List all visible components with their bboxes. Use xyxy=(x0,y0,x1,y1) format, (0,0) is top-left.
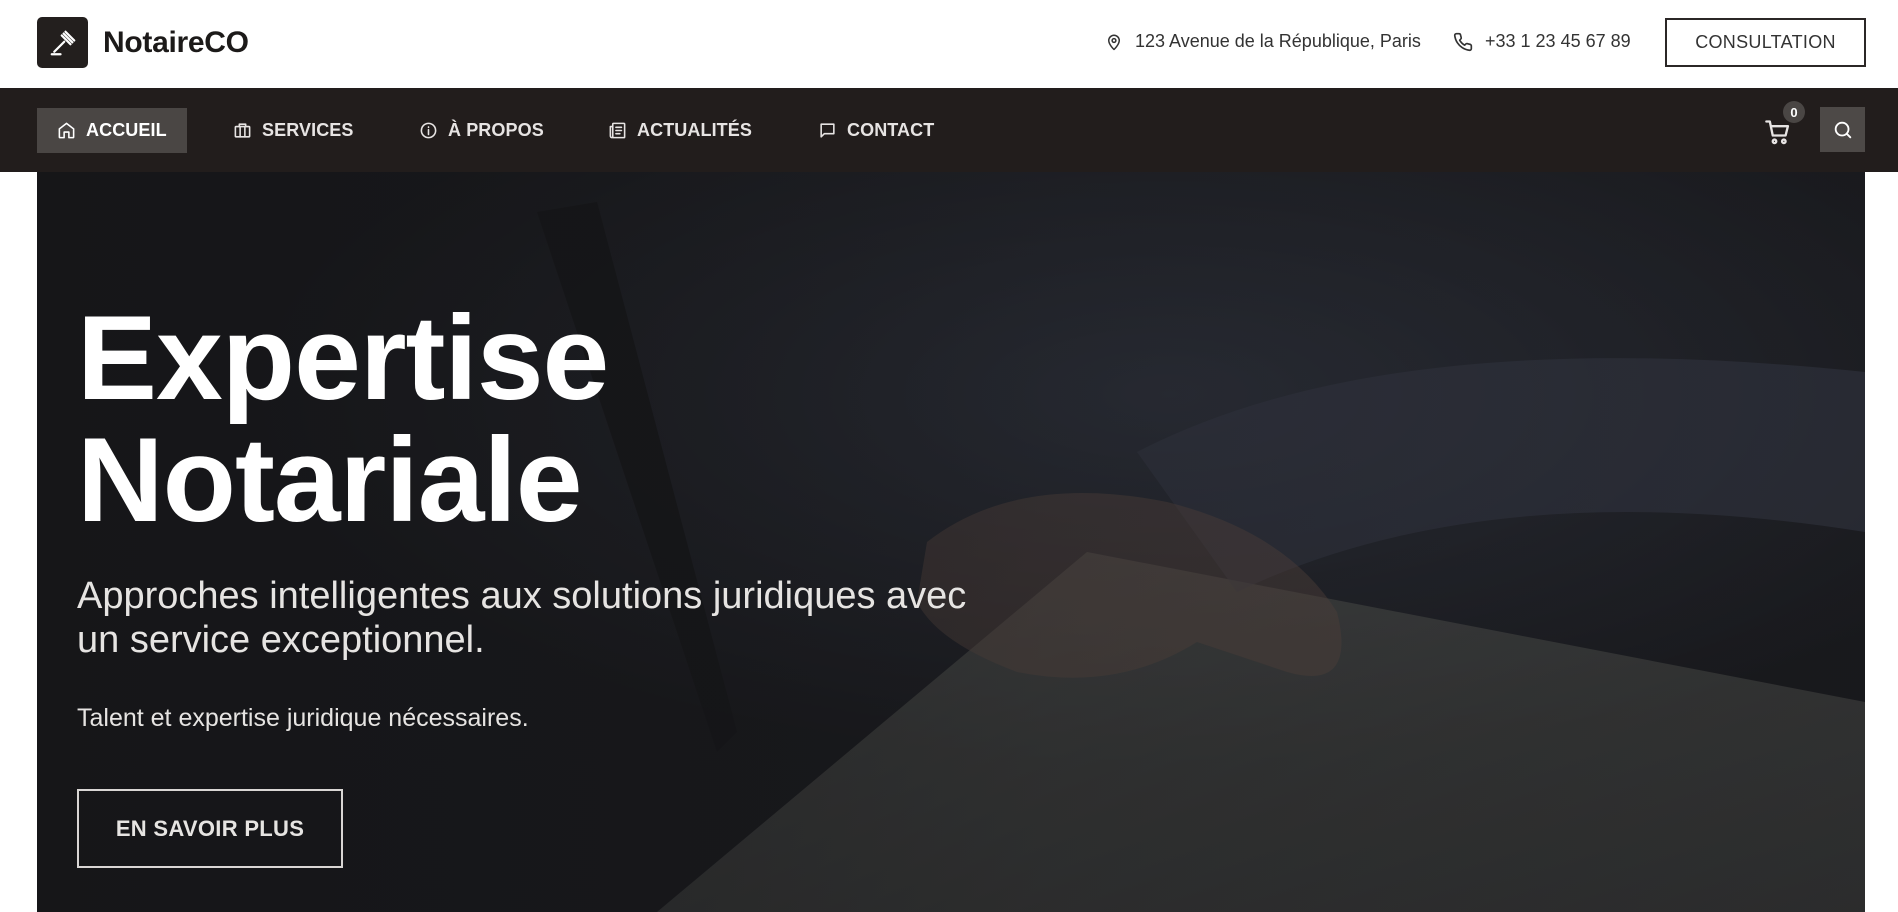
hero-subtitle: Approches intelligentes aux solutions ju… xyxy=(77,575,967,661)
nav-label: CONTACT xyxy=(847,120,935,140)
top-header: NotaireCO 123 Avenue de la République, P… xyxy=(0,0,1898,88)
newspaper-icon xyxy=(609,122,626,139)
search-icon xyxy=(1834,121,1851,138)
nav-item-services[interactable]: SERVICES xyxy=(233,108,354,153)
hero-title: Expertise Notariale xyxy=(77,291,609,547)
gavel-icon xyxy=(37,17,88,68)
phone-icon xyxy=(1453,32,1473,51)
hero-title-line2: Notariale xyxy=(77,413,583,547)
briefcase-icon xyxy=(234,123,251,138)
nav-label: ACCUEIL xyxy=(86,120,167,140)
hero-title-line1: Expertise xyxy=(77,291,609,425)
nav-label: ACTUALITÉS xyxy=(637,120,752,140)
consultation-button[interactable]: CONSULTATION xyxy=(1665,18,1866,67)
learn-more-button[interactable]: EN SAVOIR PLUS xyxy=(77,789,343,868)
cart-count-badge: 0 xyxy=(1783,101,1805,123)
nav-item-actualites[interactable]: ACTUALITÉS xyxy=(608,108,752,153)
search-button[interactable] xyxy=(1820,107,1865,152)
main-nav: ACCUEIL SERVICES À PROPOS ACTUALITÉS CON… xyxy=(0,88,1898,172)
nav-item-a-propos[interactable]: À PROPOS xyxy=(419,108,544,153)
phone-info[interactable]: +33 1 23 45 67 89 xyxy=(1453,31,1631,52)
nav-item-accueil[interactable]: ACCUEIL xyxy=(37,108,187,153)
hero-tagline: Talent et expertise juridique nécessaire… xyxy=(77,704,529,732)
nav-item-contact[interactable]: CONTACT xyxy=(818,108,934,153)
hero-banner: Expertise Notariale Approches intelligen… xyxy=(37,172,1865,912)
brand[interactable]: NotaireCO xyxy=(37,17,249,68)
phone-text: +33 1 23 45 67 89 xyxy=(1485,31,1631,51)
chat-icon xyxy=(820,123,835,138)
map-pin-icon xyxy=(1108,34,1120,50)
home-icon xyxy=(58,122,75,139)
cart-icon[interactable] xyxy=(1764,118,1792,146)
brand-name: NotaireCO xyxy=(103,25,249,59)
nav-label: À PROPOS xyxy=(448,120,544,140)
nav-label: SERVICES xyxy=(262,120,354,140)
info-icon xyxy=(420,122,437,139)
address-text: 123 Avenue de la République, Paris xyxy=(1135,31,1421,51)
address-info: 123 Avenue de la République, Paris xyxy=(1105,31,1421,52)
